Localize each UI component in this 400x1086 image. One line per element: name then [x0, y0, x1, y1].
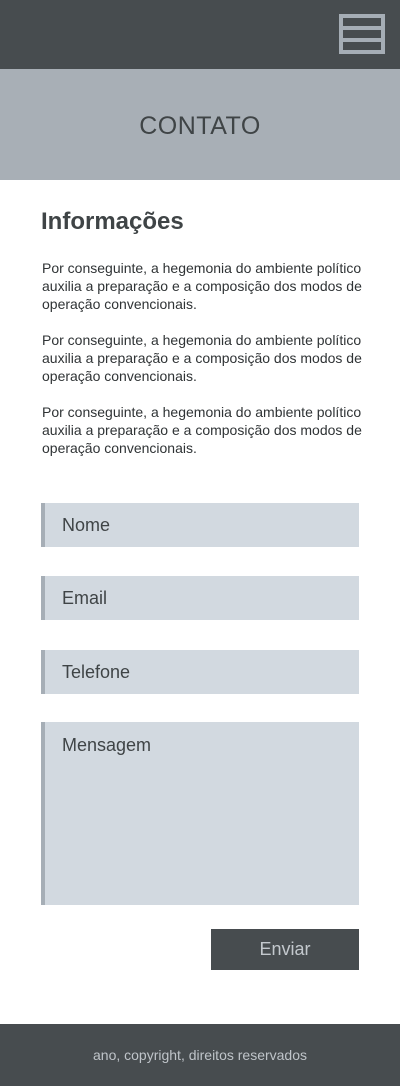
info-heading: Informações [41, 208, 184, 235]
message-textarea[interactable] [41, 722, 359, 905]
page-title: CONTATO [139, 112, 261, 140]
menu-bar [343, 38, 381, 42]
info-paragraph: Por conseguinte, a hegemonia do ambiente… [42, 260, 362, 312]
phone-input[interactable] [41, 650, 359, 694]
name-input[interactable] [41, 503, 359, 547]
footer-text: ano, copyright, direitos reservados [93, 1047, 307, 1063]
page-banner: CONTATO [0, 69, 400, 180]
menu-bar [343, 26, 381, 30]
page-footer: ano, copyright, direitos reservados [0, 1024, 400, 1086]
hamburger-menu-icon[interactable] [339, 14, 385, 54]
info-paragraph: Por conseguinte, a hegemonia do ambiente… [42, 332, 362, 384]
submit-button[interactable]: Enviar [211, 929, 359, 970]
top-navbar [0, 0, 400, 69]
info-paragraph: Por conseguinte, a hegemonia do ambiente… [42, 404, 362, 456]
email-input[interactable] [41, 576, 359, 620]
